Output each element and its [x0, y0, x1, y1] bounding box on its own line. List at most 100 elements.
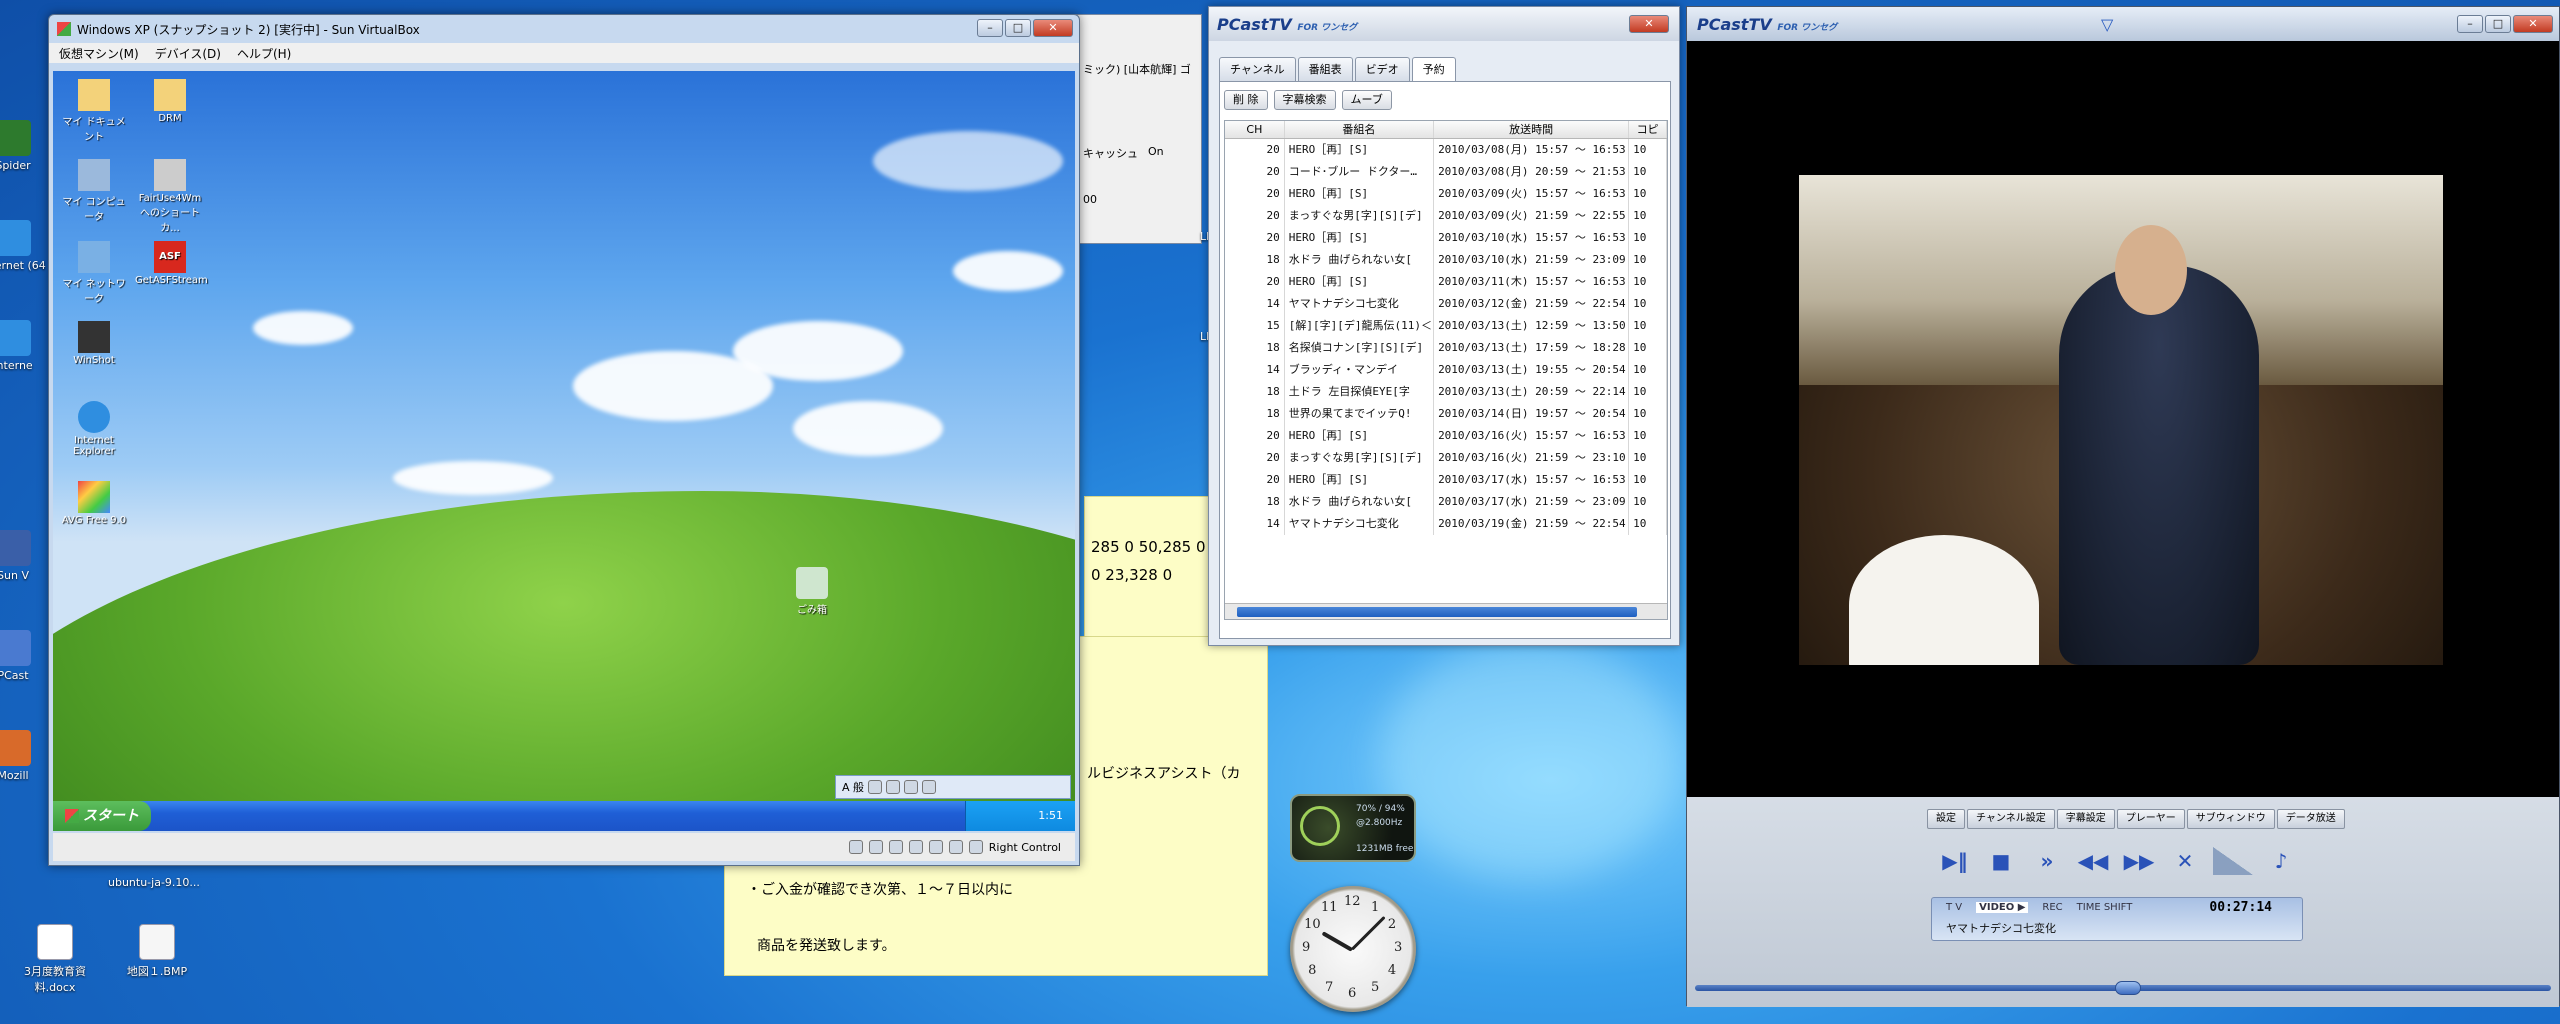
delete-button[interactable]: 削 除	[1224, 90, 1268, 110]
menu-help[interactable]: ヘルプ(H)	[237, 45, 291, 62]
tab-on[interactable]: On	[1148, 145, 1164, 161]
maximize-button[interactable]: □	[1005, 19, 1031, 37]
tab-channel-settings[interactable]: チャンネル設定	[1967, 809, 2055, 829]
column-header-ch[interactable]: CH	[1225, 121, 1285, 138]
tab-channel[interactable]: チャンネル	[1219, 57, 1296, 81]
hard-disk-icon[interactable]	[848, 840, 863, 854]
xp-icon[interactable]: FairUse4Wm へのショートカ...	[135, 159, 205, 234]
seek-thumb[interactable]	[2115, 981, 2141, 995]
horizontal-scrollbar[interactable]	[1225, 603, 1667, 619]
table-row[interactable]: 14 ヤマトナデシコ七変化 2010/03/19(金) 21:59 〜 22:54 1…	[1225, 513, 1667, 535]
tab-video[interactable]: ビデオ	[1354, 57, 1410, 81]
table-row[interactable]: 15 [解][字][デ]龍馬伝(11)＜ 2010/03/13(土) 12:59 〜…	[1225, 315, 1667, 337]
column-header-copy[interactable]: コピ	[1629, 121, 1667, 138]
rewind-icon[interactable]: ◀◀	[2075, 847, 2111, 875]
table-row[interactable]: 20 HERO［再］[S] 2010/03/17(水) 15:57 〜 16:53 1…	[1225, 469, 1667, 491]
start-button[interactable]: スタート	[53, 801, 151, 831]
seek-bar[interactable]	[1695, 981, 2551, 995]
table-row[interactable]: 20 HERO［再］[S] 2010/03/09(火) 15:57 〜 16:53 1…	[1225, 183, 1667, 205]
table-row[interactable]: 18 名探偵コナン[字][S][デ] 2010/03/13(土) 17:59 〜 1…	[1225, 337, 1667, 359]
column-header-title[interactable]: 番組名	[1285, 121, 1435, 138]
desktop-icon[interactable]: PCast	[0, 630, 50, 682]
volume-slider[interactable]	[2213, 847, 2253, 875]
desktop-icon-docx[interactable]: 3月度教育資料.docx	[18, 924, 92, 995]
network-adapter-icon[interactable]	[888, 840, 903, 854]
volume-up-icon[interactable]: ♪	[2263, 847, 2299, 875]
guest-screen[interactable]: マイ ドキュメント DRM マイ コンピュータ FairUse4Wm へのショー…	[53, 71, 1075, 831]
close-button[interactable]: ✕	[1033, 19, 1073, 37]
tab-settings[interactable]: 設定	[1927, 809, 1965, 829]
help-icon[interactable]	[922, 780, 937, 794]
maximize-button[interactable]: □	[2485, 15, 2511, 33]
table-row[interactable]: 18 世界の果てまでイッテQ! 2010/03/14(日) 19:57 〜 20:5…	[1225, 403, 1667, 425]
desktop-icon[interactable]: Internet (64	[0, 220, 50, 272]
tab-program-list[interactable]: 番組表	[1297, 57, 1353, 81]
column-header-time[interactable]: 放送時間	[1434, 121, 1630, 138]
xp-icon[interactable]: Internet Explorer	[59, 401, 129, 457]
table-row[interactable]: 20 まっすぐな男[字][S][デ] 2010/03/09(火) 21:59 〜 2…	[1225, 205, 1667, 227]
scroll-thumb[interactable]	[1237, 607, 1637, 617]
table-row[interactable]: 18 水ドラ 曲げられない女[2010/03/17(水) 21:59 〜 23:0…	[1225, 491, 1667, 513]
menu-machine[interactable]: 仮想マシン(M)	[59, 45, 139, 62]
usb-icon[interactable]	[908, 840, 923, 854]
ime-icon[interactable]	[904, 780, 919, 794]
mouse-integration-icon[interactable]	[948, 840, 963, 854]
player-titlebar[interactable]: PCastTV FOR ワンセグ ▽ – □ ✕	[1687, 7, 2559, 41]
desktop-icon[interactable]: Mozill	[0, 730, 50, 782]
tab-subtitle-settings[interactable]: 字幕設定	[2056, 809, 2115, 829]
table-row[interactable]: 20 HERO［再］[S] 2010/03/08(月) 15:57 〜 16:53 1…	[1225, 139, 1667, 161]
xp-icon[interactable]: DRM	[135, 79, 205, 124]
move-button[interactable]: ムーブ	[1341, 90, 1392, 110]
table-row[interactable]: 14 ヤマトナデシコ七変化 2010/03/12(金) 21:59 〜 22:54 1…	[1225, 293, 1667, 315]
desktop-icon-bmp[interactable]: 地図１.BMP	[120, 924, 194, 979]
table-row[interactable]: 14 ブラッディ・マンデイ 2010/03/13(土) 19:55 〜 20:54 1…	[1225, 359, 1667, 381]
subtitle-search-button[interactable]: 字幕検索	[1273, 90, 1336, 110]
skip-forward-icon[interactable]: ▶▶	[2121, 847, 2157, 875]
background-window[interactable]: ミック) [山本航輝] ゴ キャッシュ On 00	[1072, 14, 1202, 244]
minimize-button[interactable]: –	[2457, 15, 2483, 33]
cd-icon[interactable]	[868, 840, 883, 854]
program-guide-window[interactable]: PCastTV FOR ワンセグ ✕ チャンネル 番組表 ビデオ 予約 削 除 …	[1208, 6, 1680, 646]
tab-player[interactable]: プレーヤー	[2116, 809, 2185, 829]
video-area[interactable]	[1799, 175, 2443, 665]
filter-icon[interactable]: ▽	[2101, 15, 2113, 34]
tab-reservation[interactable]: 予約	[1411, 57, 1456, 81]
xp-icon[interactable]: ごみ箱	[777, 567, 847, 616]
close-button[interactable]: ✕	[2513, 15, 2553, 33]
guide-titlebar[interactable]: PCastTV FOR ワンセグ ✕	[1209, 7, 1679, 41]
xp-icon[interactable]: WinShot	[59, 321, 129, 366]
shared-folder-icon[interactable]	[928, 840, 943, 854]
recording-list[interactable]: CH 番組名 放送時間 コピ 20 HERO［再］[S] 2010/03/08(月)…	[1224, 120, 1668, 620]
table-row[interactable]: 18 土ドラ 左目探偵EYE[字 2010/03/13(土) 20:59 〜 22:…	[1225, 381, 1667, 403]
table-row[interactable]: 20 HERO［再］[S] 2010/03/16(火) 15:57 〜 16:53 1…	[1225, 425, 1667, 447]
minimize-button[interactable]: –	[977, 19, 1003, 37]
language-bar[interactable]: A 般	[835, 775, 1071, 799]
tray-clock[interactable]: 1:51	[1038, 809, 1063, 822]
tab-data-broadcast[interactable]: データ放送	[2276, 809, 2345, 829]
mute-icon[interactable]: ✕	[2167, 847, 2203, 875]
close-button[interactable]: ✕	[1629, 15, 1669, 33]
ime-mode[interactable]: A 般	[842, 779, 864, 795]
table-row[interactable]: 18 水ドラ 曲げられない女[2010/03/10(水) 21:59 〜 23:0…	[1225, 249, 1667, 271]
fast-forward-icon[interactable]: »	[2029, 847, 2065, 875]
ime-icon[interactable]	[868, 780, 883, 794]
window-titlebar[interactable]: Windows XP (スナップショット 2) [実行中] - Sun Virt…	[49, 15, 1079, 43]
ime-icon[interactable]	[886, 780, 901, 794]
xp-icon[interactable]: マイ ネットワーク	[59, 241, 129, 305]
clock-gadget[interactable]: 12 1 2 3 4 5 6 7 8 9 10 11	[1290, 886, 1416, 1012]
xp-icon[interactable]: AVG Free 9.0	[59, 481, 129, 526]
table-row[interactable]: 20 HERO［再］[S] 2010/03/11(木) 15:57 〜 16:53 1…	[1225, 271, 1667, 293]
virtualbox-window[interactable]: Windows XP (スナップショット 2) [実行中] - Sun Virt…	[48, 14, 1080, 866]
xp-icon[interactable]: マイ コンピュータ	[59, 159, 129, 223]
table-row[interactable]: 20 HERO［再］[S] 2010/03/10(水) 15:57 〜 16:53 1…	[1225, 227, 1667, 249]
cpu-meter-gadget[interactable]: 70% / 94% @2.800Hz 1231MB free	[1290, 794, 1416, 862]
tab-cache[interactable]: キャッシュ	[1083, 145, 1138, 161]
tab-subwindow[interactable]: サブウィンドウ	[2186, 809, 2275, 829]
table-row[interactable]: 20 コード･ブルー ドクター… 2010/03/08(月) 20:59 〜 21:…	[1225, 161, 1667, 183]
menu-devices[interactable]: デバイス(D)	[155, 45, 221, 62]
desktop-icon[interactable]: Sun V	[0, 530, 50, 582]
stop-icon[interactable]: ■	[1983, 847, 2019, 875]
table-row[interactable]: 20 まっすぐな男[字][S][デ] 2010/03/16(火) 21:59 〜 2…	[1225, 447, 1667, 469]
tv-player-window[interactable]: PCastTV FOR ワンセグ ▽ – □ ✕ 設定 チャンネル設定 字幕設定…	[1686, 6, 2560, 1007]
play-pause-icon[interactable]: ▶‖	[1937, 847, 1973, 875]
